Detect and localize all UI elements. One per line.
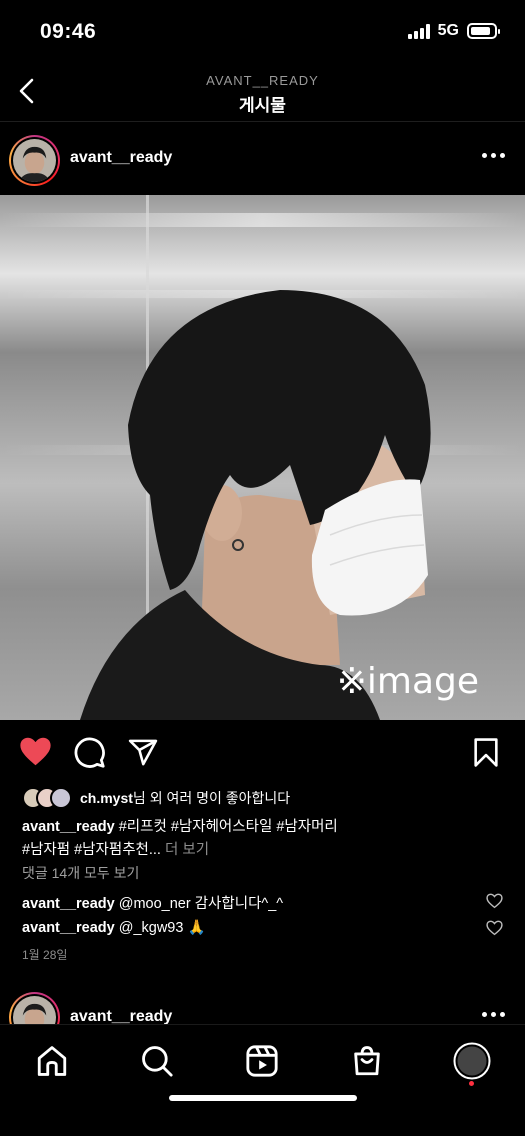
next-post-header: avant__ready xyxy=(0,990,525,1024)
avatar[interactable] xyxy=(9,992,60,1024)
tab-search[interactable] xyxy=(137,1041,177,1081)
post-caption: avant__ready #리프컷 #남자헤어스타일 #남자머리 #남자펌 #남… xyxy=(22,816,492,862)
battery-icon xyxy=(467,23,500,39)
post-header: avant__ready xyxy=(0,123,525,195)
comment-row: avant__ready @moo_ner 감사합니다^_^ xyxy=(22,892,503,913)
tab-reels[interactable] xyxy=(242,1041,282,1081)
avatar-image xyxy=(13,139,56,182)
caption-hashtags-line1[interactable]: #리프컷 #남자헤어스타일 #남자머리 xyxy=(119,819,338,835)
comment-like-heart-icon[interactable] xyxy=(486,893,503,909)
nav-header: AVANT__READY 게시물 xyxy=(0,64,525,122)
shop-icon xyxy=(354,1046,380,1076)
tab-shop[interactable] xyxy=(347,1041,387,1081)
comment-like-heart-icon[interactable] xyxy=(486,920,503,936)
likes-text: ch.myst님 외 여러 명이 좋아합니다 xyxy=(80,790,291,806)
comment-username[interactable]: avant__ready xyxy=(22,920,115,936)
post-username[interactable]: avant__ready xyxy=(70,149,172,167)
profile-icon xyxy=(453,1042,491,1080)
caption-hashtags-line2[interactable]: #남자펌 #남자펌추천... xyxy=(22,842,161,858)
account-name: AVANT__READY xyxy=(206,73,319,88)
image-watermark: ※image xyxy=(336,661,479,702)
post-username[interactable]: avant__ready xyxy=(70,1008,172,1024)
status-indicators: 5G xyxy=(407,22,500,40)
avatar-image xyxy=(13,996,56,1024)
comment-text: @moo_ner 감사합니다^_^ xyxy=(118,896,284,912)
likes-row[interactable]: ch.myst님 외 여러 명이 좋아합니다 xyxy=(22,786,290,810)
post-photo xyxy=(0,195,525,720)
bottom-tab-bar xyxy=(0,1024,525,1136)
reels-icon xyxy=(246,1045,278,1077)
post-date: 1월 28일 xyxy=(22,948,68,962)
status-bar: 09:46 5G xyxy=(0,0,525,64)
comment-username[interactable]: avant__ready xyxy=(22,896,115,912)
home-indicator xyxy=(169,1095,357,1101)
network-type: 5G xyxy=(437,22,459,39)
bookmark-icon[interactable] xyxy=(472,737,500,768)
page-title: 게시물 xyxy=(239,96,286,115)
home-icon xyxy=(37,1046,67,1076)
comment-icon[interactable] xyxy=(73,736,106,769)
more-options-icon[interactable] xyxy=(482,1012,505,1017)
caption-username[interactable]: avant__ready xyxy=(22,819,115,835)
status-time: 09:46 xyxy=(40,20,97,43)
comment-text: @_kgw93 🙏 xyxy=(118,920,206,936)
avatar[interactable] xyxy=(9,135,60,186)
notification-dot xyxy=(469,1081,474,1086)
signal-icon xyxy=(407,23,430,39)
like-heart-icon[interactable] xyxy=(19,736,52,767)
post-actions xyxy=(0,720,525,784)
view-all-comments-link[interactable]: 댓글 14개 모두 보기 xyxy=(22,863,139,883)
caption-more-link[interactable]: 더 보기 xyxy=(165,842,209,858)
post-image[interactable]: ※image xyxy=(0,195,525,720)
share-icon[interactable] xyxy=(127,737,159,768)
liker-avatars xyxy=(22,787,72,809)
tab-home[interactable] xyxy=(32,1041,72,1081)
tab-profile[interactable] xyxy=(452,1041,492,1081)
comment-row: avant__ready @_kgw93 🙏 xyxy=(22,919,503,936)
search-icon xyxy=(142,1046,173,1077)
more-options-icon[interactable] xyxy=(482,153,505,158)
